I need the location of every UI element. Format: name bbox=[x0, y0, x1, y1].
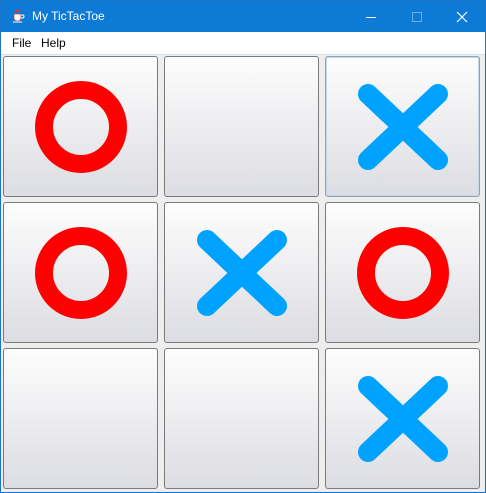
close-button[interactable] bbox=[439, 1, 485, 32]
window-title: My TicTacToe bbox=[32, 9, 105, 23]
menu-file[interactable]: File bbox=[10, 36, 33, 50]
board-cell-r1-c2[interactable] bbox=[164, 56, 319, 197]
board-cell-r3-c1[interactable] bbox=[3, 348, 158, 489]
close-icon bbox=[456, 11, 468, 22]
board-cell-r3-c3[interactable] bbox=[325, 348, 480, 489]
board-cell-r2-c1[interactable] bbox=[3, 202, 158, 343]
menu-help[interactable]: Help bbox=[39, 36, 68, 50]
board-cell-r1-c3[interactable] bbox=[325, 56, 480, 197]
x-mark bbox=[358, 376, 448, 462]
o-mark bbox=[35, 227, 127, 319]
maximize-icon bbox=[412, 11, 422, 22]
app-window: My TicTacToe File Help bbox=[0, 0, 486, 493]
java-coffee-cup-icon[interactable] bbox=[10, 8, 26, 24]
o-mark bbox=[357, 227, 449, 319]
x-mark bbox=[197, 230, 287, 316]
title-bar[interactable]: My TicTacToe bbox=[1, 1, 485, 32]
minimize-icon bbox=[366, 16, 376, 18]
board-cell-r2-c3[interactable] bbox=[325, 202, 480, 343]
minimize-button[interactable] bbox=[348, 1, 394, 32]
board-cell-r2-c2[interactable] bbox=[164, 202, 319, 343]
board-cell-r1-c1[interactable] bbox=[3, 56, 158, 197]
x-mark bbox=[358, 84, 448, 170]
menu-bar: File Help bbox=[1, 32, 485, 55]
board-cell-r3-c2[interactable] bbox=[164, 348, 319, 489]
maximize-button[interactable] bbox=[394, 1, 440, 32]
o-mark bbox=[35, 81, 127, 173]
game-board bbox=[3, 56, 483, 491]
